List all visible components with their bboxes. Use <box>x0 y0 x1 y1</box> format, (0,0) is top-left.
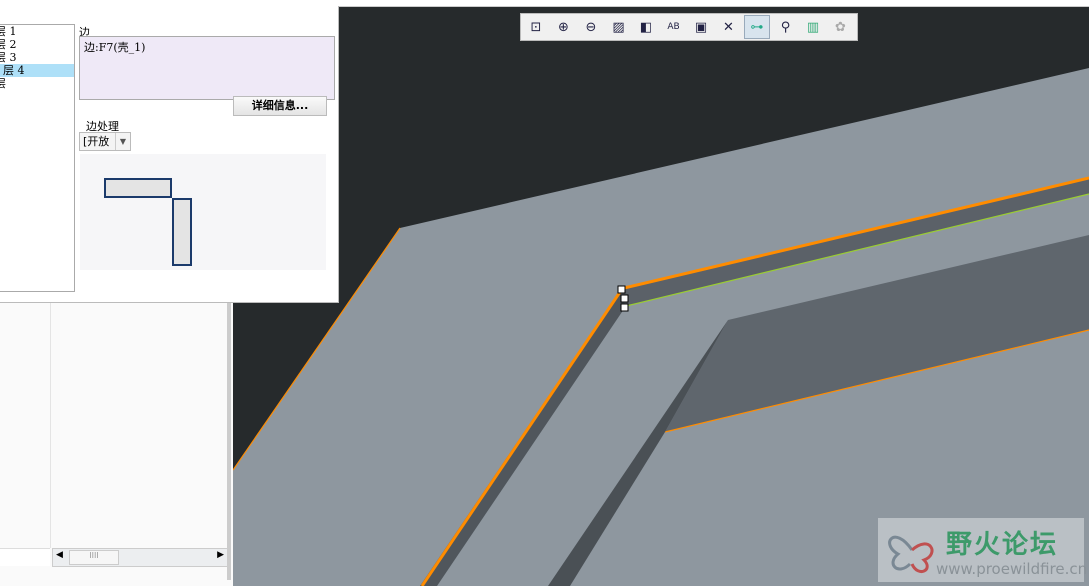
edge-collector[interactable]: 边:F7(壳_1) <box>79 36 335 100</box>
watermark: 野火论坛 www.proewildfire.cn <box>878 518 1088 582</box>
watermark-title: 野火论坛 <box>946 530 1059 560</box>
zoom-out-icon[interactable]: ⊖ <box>579 16 603 38</box>
model-tree-panel <box>0 300 233 586</box>
saved-view-icon[interactable]: ▣ <box>689 16 713 38</box>
named-view-icon[interactable]: AB <box>662 16 686 38</box>
thickness-list: 层 1 层 2 层 3 层 4 层 <box>0 24 75 292</box>
list-item[interactable]: 层 3 <box>0 51 74 64</box>
view-toolbar: ⊡ ⊕ ⊖ ▨ ◧ AB ▣ ✕ ⊶ ⚲ ▥ ✿ <box>520 13 858 41</box>
scroll-thumb[interactable]: IIII <box>69 550 119 565</box>
list-item[interactable]: 层 1 <box>0 25 74 38</box>
scroll-right-icon[interactable]: ▶ <box>217 550 224 560</box>
horizontal-scrollbar[interactable]: ◀ IIII ▶ <box>52 548 228 567</box>
datum-points-icon[interactable]: ⊶ <box>744 15 770 39</box>
datum-off-icon[interactable]: ✕ <box>717 16 741 38</box>
layers-icon[interactable]: ▥ <box>801 16 825 38</box>
scroll-left-icon[interactable]: ◀ <box>56 550 63 560</box>
spin-center-icon[interactable]: ⚲ <box>774 16 798 38</box>
shell-dialog: 层 1 层 2 层 3 层 4 层 边 边:F7(壳_1) 详细信息... 边处… <box>0 6 339 303</box>
list-item-selected[interactable]: 层 4 <box>0 64 74 77</box>
appearance-icon[interactable]: ✿ <box>829 16 853 38</box>
list-item[interactable]: 层 <box>0 77 74 90</box>
edge-treatment-preview <box>80 154 326 270</box>
details-button[interactable]: 详细信息... <box>233 96 327 116</box>
zoom-window-icon[interactable]: ⊡ <box>524 16 548 38</box>
watermark-url: www.proewildfire.cn <box>936 560 1088 578</box>
butterfly-logo-icon <box>888 535 934 574</box>
3d-viewport[interactable] <box>233 6 1089 586</box>
edge-treatment-value: [开放 <box>83 135 110 148</box>
list-item[interactable]: 层 2 <box>0 38 74 51</box>
view-orient-icon[interactable]: ◧ <box>634 16 658 38</box>
edge-treatment-select[interactable]: [开放 ▼ <box>79 132 131 151</box>
refit-icon[interactable]: ▨ <box>607 16 631 38</box>
zoom-in-icon[interactable]: ⊕ <box>552 16 576 38</box>
chevron-down-icon[interactable]: ▼ <box>115 133 130 150</box>
